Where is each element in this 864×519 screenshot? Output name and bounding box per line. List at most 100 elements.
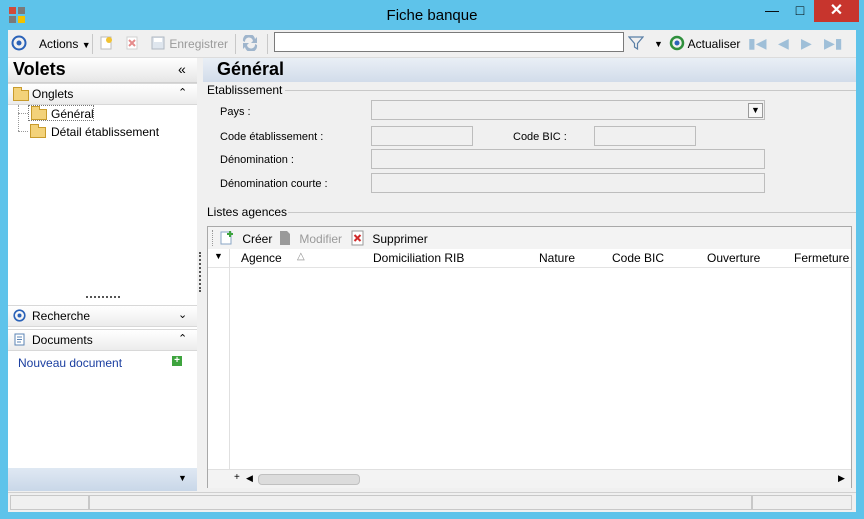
close-button[interactable]: ✕	[814, 0, 859, 22]
create-button[interactable]: Créer	[219, 230, 272, 246]
volets-pane: Volets « Onglets ⌃ Général Détail établi…	[8, 58, 197, 491]
denomination-courte-field[interactable]	[371, 173, 765, 193]
expand-icon[interactable]: +	[234, 472, 240, 483]
search-input[interactable]	[274, 32, 624, 52]
denomination-field[interactable]	[371, 149, 765, 169]
recherche-label: Recherche	[32, 309, 91, 323]
documents-section-header[interactable]: Documents ⌃	[8, 329, 197, 351]
dropdown-arrow-icon: ▼	[81, 40, 91, 50]
chevron-up-icon[interactable]: ⌃	[178, 86, 187, 99]
pays-select[interactable]: ▼	[371, 100, 765, 120]
collapse-pane-button[interactable]: «	[178, 61, 186, 77]
group-divider	[285, 90, 856, 91]
refresh-label: Actualiser	[687, 37, 741, 51]
grid-menu-icon[interactable]: ▼	[214, 251, 223, 261]
tree-item-general[interactable]: Général	[28, 105, 94, 121]
column-header-code-bic[interactable]: Code BIC	[612, 251, 664, 265]
sort-ascending-icon: △	[297, 251, 305, 262]
last-record-icon[interactable]: ▶▮	[824, 36, 842, 50]
pays-label: Pays :	[220, 106, 251, 118]
folder-icon	[13, 87, 29, 101]
scrollbar-thumb[interactable]	[258, 474, 360, 485]
tree-line	[18, 105, 20, 131]
documents-label: Documents	[32, 333, 93, 347]
toolbar: Actions ▼ Enregistrer ▼ Actualiser ▮◀ ◀	[8, 30, 856, 58]
column-header-agence[interactable]: Agence	[241, 251, 282, 265]
detail-pane: Général Etablissement Pays : ▼ Code étab…	[203, 58, 856, 491]
status-bar	[8, 492, 856, 512]
volets-title: Volets	[13, 59, 66, 79]
new-document-link[interactable]: Nouveau document	[18, 356, 122, 370]
denomination-courte-label: Dénomination courte :	[220, 178, 328, 190]
pane-menu-dropdown-icon[interactable]: ▼	[178, 473, 187, 483]
grid-toolbar: Créer Modifier Supprimer	[208, 227, 851, 249]
delete-icon[interactable]	[124, 35, 140, 53]
pane-footer: ▼	[8, 468, 197, 491]
volets-header: Volets «	[8, 58, 197, 83]
recherche-section-header[interactable]: Recherche ⌄	[8, 305, 197, 327]
tree-line	[18, 131, 28, 132]
onglets-label: Onglets	[32, 87, 74, 101]
save-label: Enregistrer	[169, 37, 229, 51]
minimize-button[interactable]: —	[758, 0, 786, 22]
onglets-section-header[interactable]: Onglets ⌃	[8, 83, 197, 105]
column-header-fermeture[interactable]: Fermeture	[794, 251, 849, 265]
tree-item-label: Détail établissement	[51, 125, 160, 139]
scroll-right-icon[interactable]: ▶	[838, 473, 845, 484]
modify-button[interactable]: Modifier	[278, 230, 342, 246]
refresh-button[interactable]: Actualiser	[669, 35, 740, 53]
code-etablissement-field[interactable]	[371, 126, 473, 146]
column-header-nature[interactable]: Nature	[539, 251, 575, 265]
document-icon	[13, 333, 26, 346]
group-divider	[288, 212, 856, 213]
window-client: Actions ▼ Enregistrer ▼ Actualiser ▮◀ ◀	[8, 30, 856, 512]
title-bar: Fiche banque — □ ✕	[0, 0, 864, 30]
maximize-button[interactable]: □	[786, 0, 814, 22]
horizontal-scrollbar[interactable]: + ◀ ▶	[208, 469, 851, 488]
grid-header-row: ▼ Agence △ Domiciliation RIB Nature Code…	[208, 249, 851, 469]
first-record-icon[interactable]: ▮◀	[748, 36, 766, 50]
new-document-icon[interactable]	[98, 35, 114, 53]
column-header-domiciliation-rib[interactable]: Domiciliation RIB	[373, 251, 464, 265]
etablissement-group-label: Etablissement	[207, 83, 283, 97]
delete-label: Supprimer	[372, 232, 428, 246]
chevron-up-icon[interactable]: ⌃	[178, 332, 187, 345]
page-title: Général	[217, 59, 285, 79]
actions-label: Actions	[39, 37, 79, 51]
sync-icon[interactable]	[241, 33, 259, 53]
grid-toolbar-grip	[212, 230, 214, 246]
agences-group-label: Listes agences	[207, 205, 288, 219]
previous-record-icon[interactable]: ◀	[778, 36, 789, 50]
code-etablissement-label: Code établissement :	[220, 131, 324, 143]
add-document-icon[interactable]: +	[172, 356, 182, 366]
status-cell	[10, 495, 89, 510]
create-label: Créer	[242, 232, 273, 246]
status-cell	[89, 495, 752, 510]
delete-button[interactable]: Supprimer	[351, 230, 428, 246]
tree-item-label: Général	[51, 107, 94, 121]
search-icon	[13, 309, 26, 322]
column-header-ouverture[interactable]: Ouverture	[707, 251, 760, 265]
general-header: Général	[203, 58, 856, 82]
agences-grid: Créer Modifier Supprimer ▼ Agence △ Domi…	[207, 226, 852, 488]
actions-menu[interactable]: Actions ▼	[39, 35, 91, 53]
splitter-grip[interactable]	[86, 296, 120, 301]
code-bic-label: Code BIC :	[513, 131, 567, 143]
save-button[interactable]: Enregistrer	[150, 35, 228, 53]
dropdown-chevron-icon[interactable]: ▼	[748, 103, 763, 118]
grid-body[interactable]	[208, 268, 851, 468]
filter-dropdown-icon[interactable]: ▼	[654, 35, 663, 53]
code-bic-field[interactable]	[594, 126, 696, 146]
toolbar-separator	[235, 34, 236, 54]
chevron-down-icon[interactable]: ⌄	[178, 308, 187, 321]
folder-icon	[30, 124, 46, 138]
home-icon[interactable]	[11, 35, 27, 53]
next-record-icon[interactable]: ▶	[801, 36, 812, 50]
open-folder-icon	[31, 106, 47, 120]
filter-icon[interactable]	[627, 35, 645, 53]
toolbar-separator	[92, 34, 93, 54]
tree-item-detail-etablissement[interactable]: Détail établissement	[28, 124, 178, 140]
denomination-label: Dénomination :	[220, 154, 294, 166]
modify-label: Modifier	[299, 232, 343, 246]
scroll-left-icon[interactable]: ◀	[246, 473, 253, 484]
